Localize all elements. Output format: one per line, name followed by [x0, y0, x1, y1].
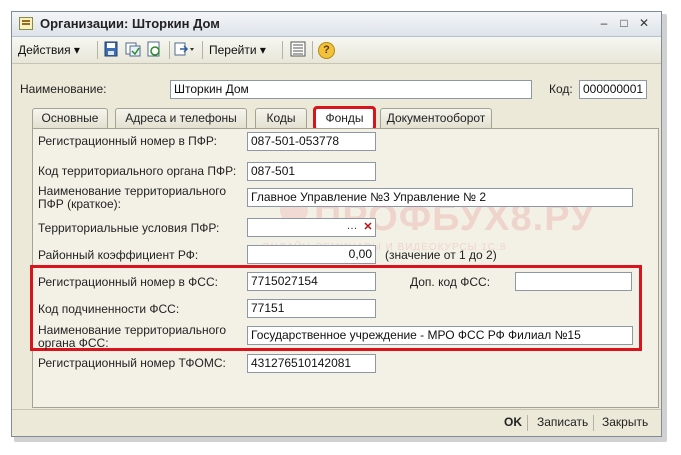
footer-separator [593, 415, 594, 431]
window-title: Организации: Шторкин Дом [40, 16, 220, 31]
toolbar-separator [169, 41, 170, 59]
organization-window: Организации: Шторкин Дом – □ ✕ Действия … [11, 11, 662, 437]
terr-cond-label: Территориальные условия ПФР: [38, 221, 220, 235]
pfr-code-input[interactable]: 087-501 [247, 162, 376, 181]
goto-menu[interactable]: Перейти ▾ [209, 42, 266, 58]
save-button[interactable]: Записать [537, 415, 588, 430]
fss-sub-input[interactable]: 77151 [247, 299, 376, 318]
pfr-name-input[interactable]: Главное Управление №3 Управление № 2 [247, 188, 633, 207]
close-form-button[interactable]: Закрыть [602, 415, 648, 430]
tfoms-label: Регистрационный номер ТФОМС: [38, 356, 226, 370]
copy-icon[interactable] [124, 41, 142, 59]
pfr-reg-input[interactable]: 087-501-053778 [247, 132, 376, 151]
fss-extra-code-label: Доп. код ФСС: [410, 275, 491, 289]
toolbar-separator [202, 41, 203, 59]
tab-codes[interactable]: Коды [255, 108, 307, 128]
toolbar-separator [312, 41, 313, 59]
select-ellipsis-icon[interactable]: … [345, 220, 359, 235]
actions-menu[interactable]: Действия ▾ [18, 42, 80, 58]
list-icon[interactable] [289, 41, 307, 59]
title-bar[interactable]: Организации: Шторкин Дом – □ ✕ [12, 12, 661, 37]
name-label: Наименование: [20, 82, 107, 96]
toolbar-separator [97, 41, 98, 59]
save-to-disk-icon[interactable] [102, 41, 120, 59]
code-input[interactable]: 000000001 [579, 80, 647, 99]
tab-main[interactable]: Основные [32, 108, 108, 128]
code-label: Код: [549, 82, 573, 96]
pfr-reg-label: Регистрационный номер в ПФР: [38, 134, 218, 148]
button-bar: OK Записать Закрыть [12, 409, 661, 436]
fss-extra-code-input[interactable] [515, 272, 632, 291]
document-icon [19, 17, 33, 30]
tfoms-input[interactable]: 431276510142081 [247, 354, 376, 373]
coef-hint: (значение от 1 до 2) [385, 248, 497, 262]
ok-button[interactable]: OK [504, 415, 522, 430]
refresh-icon[interactable] [145, 41, 163, 59]
fss-name-label-line2: органа ФСС: [38, 336, 109, 350]
close-button[interactable]: ✕ [636, 16, 652, 31]
maximize-button[interactable]: □ [616, 16, 632, 31]
minimize-button[interactable]: – [596, 16, 612, 31]
navigate-icon[interactable] [174, 41, 194, 59]
fss-sub-label: Код подчиненности ФСС: [38, 302, 180, 316]
tab-document-flow[interactable]: Документооборот [380, 108, 492, 128]
clear-x-icon[interactable]: ✕ [361, 220, 375, 235]
help-button[interactable]: ? [318, 42, 335, 59]
toolbar-separator [282, 41, 283, 59]
name-input[interactable]: Шторкин Дом [170, 80, 532, 99]
fss-name-input[interactable]: Государственное учреждение - МРО ФСС РФ … [247, 326, 633, 345]
fss-reg-input[interactable]: 7715027154 [247, 272, 376, 291]
footer-separator [527, 415, 528, 431]
fss-reg-label: Регистрационный номер в ФСС: [38, 275, 218, 289]
coef-input[interactable]: 0,00 [247, 245, 376, 264]
pfr-name-label-line2: ПФР (краткое): [38, 197, 121, 211]
coef-label: Районный коэффициент РФ: [38, 248, 199, 262]
pfr-code-label: Код территориального органа ПФР: [38, 164, 237, 178]
toolbar: Действия ▾ Перейти ▾ ? [12, 37, 661, 64]
tab-addresses[interactable]: Адреса и телефоны [115, 108, 247, 128]
